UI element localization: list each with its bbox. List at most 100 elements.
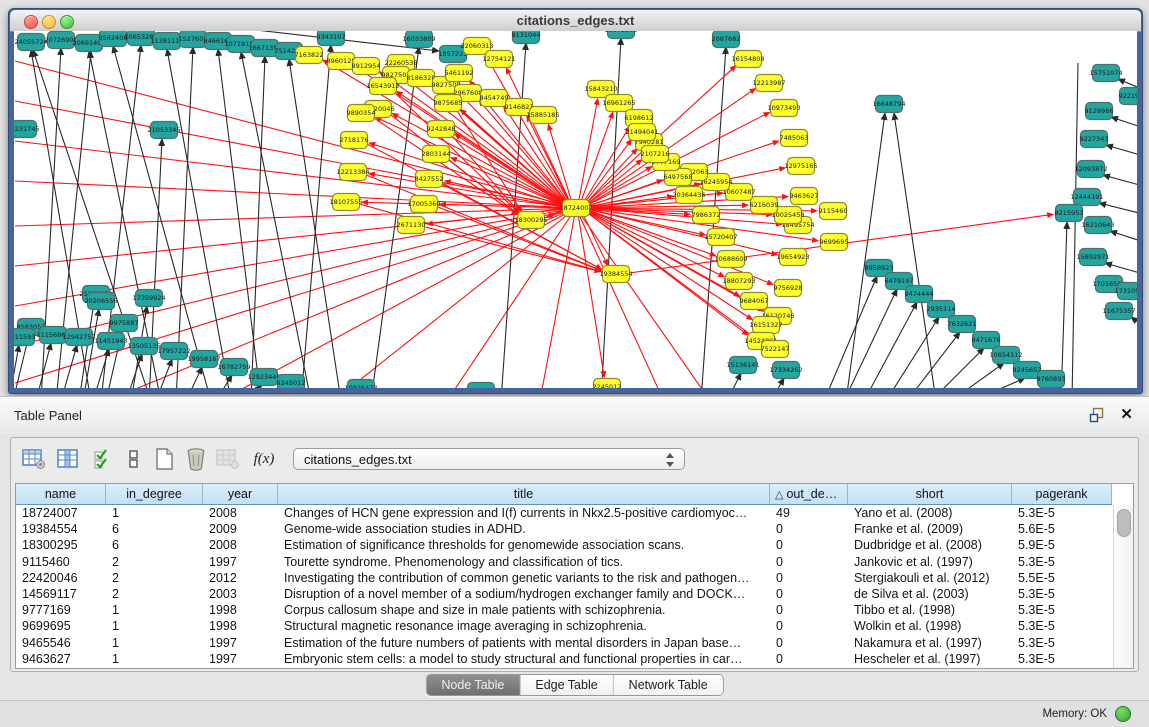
table-row[interactable]: 969969511998Structural magnetic resonanc… <box>16 618 1113 634</box>
float-icon[interactable] <box>1089 407 1105 423</box>
table-row[interactable]: 1456911722003Disruption of a novel membe… <box>16 586 1113 602</box>
graph-edge[interactable] <box>846 113 885 388</box>
function-builder-icon[interactable]: f(x) <box>251 446 277 472</box>
graph-node[interactable]: 14138920 <box>464 383 497 389</box>
graph-edge[interactable] <box>156 359 172 388</box>
graph-node[interactable]: 24055724 <box>14 34 47 51</box>
graph-node[interactable]: 12213384 <box>336 164 369 181</box>
graph-node[interactable]: 9975887 <box>110 315 139 332</box>
table-row[interactable]: 977716911998Corpus callosum shape and si… <box>16 602 1113 618</box>
graph-node[interactable]: 12093872 <box>1074 161 1107 178</box>
graph-edge[interactable] <box>15 101 576 208</box>
graph-edge[interactable] <box>864 302 917 388</box>
graph-node[interactable]: 2671130 <box>397 217 426 234</box>
graph-node[interactable]: 2107216 <box>641 146 670 163</box>
graph-edge[interactable] <box>1111 117 1137 129</box>
graph-node[interactable]: 8131044 <box>512 31 541 44</box>
close-icon[interactable]: ✕ <box>1120 405 1133 423</box>
graph-node[interactable]: 16782759 <box>217 359 250 376</box>
graph-node[interactable]: 19958167 <box>187 351 220 368</box>
graph-node[interactable]: 9115460 <box>819 203 848 220</box>
graph-node[interactable]: 3911593 <box>14 329 35 346</box>
graph-node[interactable]: 17957222 <box>157 343 190 360</box>
graph-node[interactable]: 15572302 <box>604 31 637 39</box>
graph-node[interactable]: 8912954 <box>352 58 381 75</box>
graph-node[interactable]: 19384554 <box>599 266 632 283</box>
graph-node[interactable]: 15720407 <box>704 229 737 246</box>
graph-node[interactable]: 2245012 <box>593 379 622 389</box>
graph-node[interactable]: 12942757 <box>62 329 95 346</box>
column-header-title[interactable]: title <box>278 484 770 505</box>
graph-node[interactable]: 11451943 <box>94 333 127 350</box>
graph-edge[interactable] <box>972 378 1025 388</box>
graph-node[interactable]: 9890354 <box>347 105 376 122</box>
graph-node[interactable]: 9760893 <box>1037 371 1066 388</box>
table-settings-icon[interactable] <box>21 446 47 472</box>
graph-edge[interactable] <box>951 363 1004 388</box>
row-height-icon[interactable] <box>121 446 147 472</box>
graph-node[interactable]: 13505135 <box>127 338 160 355</box>
graph-node[interactable]: 2935114 <box>927 301 956 318</box>
graph-node[interactable]: 15751074 <box>1089 65 1122 82</box>
graph-node[interactable]: 7632621 <box>948 316 977 333</box>
graph-node[interactable]: 17334262 <box>769 362 802 379</box>
graph-edge[interactable] <box>886 317 939 388</box>
graph-node[interactable]: 5461192 <box>445 65 474 82</box>
graph-node[interactable]: 20231745 <box>14 121 40 138</box>
select-columns-icon[interactable] <box>55 446 81 472</box>
graph-node[interactable]: 9463627 <box>790 188 819 205</box>
graph-node[interactable]: 16033809 <box>402 31 435 48</box>
graph-node[interactable]: 6216039 <box>750 197 779 214</box>
graph-node[interactable]: 15136141 <box>726 357 759 374</box>
graph-node[interactable]: 12975165 <box>784 158 817 175</box>
table-row[interactable]: 911546021997Tourette syndrome. Phenomeno… <box>16 554 1113 570</box>
graph-node[interactable]: 16210643 <box>1081 217 1114 234</box>
graph-edge[interactable] <box>289 59 341 388</box>
graph-edge[interactable] <box>241 52 311 388</box>
graph-node[interactable]: 16648794 <box>872 96 905 113</box>
graph-node[interactable]: 17359924 <box>132 290 165 307</box>
graph-edge[interactable] <box>176 47 193 388</box>
graph-node[interactable]: 2803144 <box>422 146 451 163</box>
graph-edge[interactable] <box>1131 317 1137 329</box>
graph-node[interactable]: 8215953 <box>1055 205 1084 222</box>
new-file-icon[interactable] <box>151 446 177 472</box>
network-canvas[interactable]: 2405572420726909206914069562406106532871… <box>14 31 1137 388</box>
graph-edge[interactable] <box>186 367 202 388</box>
graph-node[interactable]: 9227343 <box>1080 131 1109 148</box>
graph-node[interactable]: 16151327 <box>749 317 782 334</box>
graph-edge[interactable] <box>1099 203 1137 215</box>
import-table-icon[interactable] <box>215 446 241 472</box>
graph-node[interactable]: 12444191 <box>1070 189 1103 206</box>
graph-node[interactable]: 9245012 <box>277 375 306 389</box>
graph-node[interactable]: 19654923 <box>776 249 809 266</box>
tab-edge-table[interactable]: Edge Table <box>520 675 613 695</box>
graph-node[interactable]: 17310536 <box>1114 283 1137 300</box>
graph-node[interactable]: 10688609 <box>714 251 747 268</box>
graph-node[interactable]: 9343107 <box>317 31 346 46</box>
graph-node[interactable]: 15892971 <box>1076 249 1109 266</box>
column-header-short[interactable]: short <box>848 484 1012 505</box>
graph-edge[interactable] <box>931 348 984 388</box>
table-selector-dropdown[interactable]: citations_edges.txt <box>293 448 685 470</box>
graph-node[interactable]: 2087682 <box>712 31 741 48</box>
graph-node[interactable]: 18107555 <box>329 194 362 211</box>
graph-node[interactable]: 9562406 <box>99 31 128 47</box>
tab-network-table[interactable]: Network Table <box>614 675 723 695</box>
graph-edge[interactable] <box>894 113 936 388</box>
graph-node[interactable]: 16543912 <box>366 78 399 95</box>
graph-node[interactable]: 16154808 <box>731 51 764 68</box>
graph-node[interactable]: 18724007 <box>559 200 592 217</box>
column-header-indegree[interactable]: in_degree <box>106 484 203 505</box>
table-row[interactable]: 946362711997Embryonic stem cells: a mode… <box>16 651 1113 667</box>
delete-icon[interactable] <box>183 446 209 472</box>
vertical-scrollbar[interactable] <box>1113 505 1133 668</box>
graph-node[interactable]: 7986372 <box>692 207 721 224</box>
graph-edge[interactable] <box>1072 63 1078 388</box>
graph-node[interactable]: 2718176 <box>340 132 369 149</box>
graph-edge[interactable] <box>231 208 576 388</box>
graph-node[interactable]: 9699695 <box>820 234 849 251</box>
graph-node[interactable]: 9129966 <box>1085 103 1114 120</box>
graph-edge[interactable] <box>1110 231 1137 243</box>
graph-node[interactable]: 9474444 <box>905 286 934 303</box>
